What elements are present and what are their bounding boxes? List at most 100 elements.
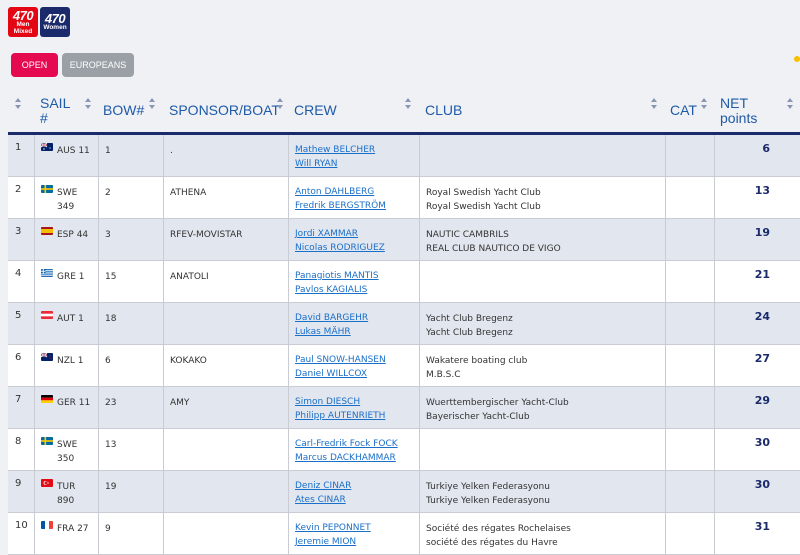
net-points: 19 [754,226,770,239]
sponsor-cell: KOKAKO [163,345,288,386]
club-helm: Société des régates Rochelaises [426,524,571,534]
crew-crew-link[interactable]: Jeremie MION [295,535,371,549]
fra-flag-icon [41,521,53,529]
crew-crew-link[interactable]: Daniel WILLCOX [295,367,386,381]
sail-line-1: FRA 27 [57,524,89,534]
club-crew: M.B.S.C [426,370,461,380]
bow-number: 3 [105,230,111,240]
crew-helm-link[interactable]: Deniz CINAR [295,479,351,493]
crew-helm-link[interactable]: Mathew BELCHER [295,143,375,157]
crew-crew-link[interactable]: Pavlos KAGIALIS [295,283,379,297]
women-logo[interactable]: 470 Women [40,7,70,37]
net-cell: 31 [714,513,800,554]
rank-value: 10 [15,520,28,531]
net-cell: 6 [714,135,800,176]
club-helm: Wakatere boating club [426,356,528,366]
sort-club-icon[interactable] [650,98,658,112]
crew-cell: Simon DIESCH Philipp AUTENRIETH [288,387,419,428]
crew-cell: Paul SNOW-HANSEN Daniel WILLCOX [288,345,419,386]
rank-cell: 9 [8,471,34,512]
sail-cell: TUR 890 [34,471,98,512]
crew-crew-link[interactable]: Will RYAN [295,157,375,171]
crew-helm-link[interactable]: Simon DIESCH [295,395,385,409]
sponsor-boat: RFEV-MOVISTAR [170,230,243,240]
bow-number: 23 [105,398,117,408]
net-cell: 24 [714,303,800,344]
net-points: 30 [754,436,770,449]
table-row[interactable]: 1 AUS 11 1. Mathew BELCHER Will RYAN 6 [8,135,800,177]
sponsor-cell [163,471,288,512]
club-helm: NAUTIC CAMBRILS [426,230,509,240]
crew-helm-link[interactable]: David BARGEHR [295,311,368,325]
crew-crew-link[interactable]: Marcus DACKHAMMAR [295,451,398,465]
sail-number: SWE 349 [57,186,97,214]
col-header-net[interactable]: NET points [720,96,768,126]
rank-cell: 8 [8,429,34,470]
col-header-bow[interactable]: BOW# [103,103,144,118]
bow-number: 18 [105,314,117,324]
swe-flag-icon [41,185,53,193]
net-points: 13 [754,184,770,197]
net-points: 30 [754,478,770,491]
table-row[interactable]: 5 AUT 1 18 David BARGEHR Lukas MÄHR Yacht Clu… [8,303,800,345]
sail-cell: NZL 1 [34,345,98,386]
ger-flag-icon [41,395,53,403]
crew-cell: Mathew BELCHER Will RYAN [288,135,419,176]
cat-cell [665,345,714,386]
sort-net-icon[interactable] [786,98,794,112]
sail-line-1: GRE 1 [57,272,85,282]
col-header-sponsor[interactable]: SPONSOR/BOAT [169,103,280,118]
crew-helm-link[interactable]: Panagiotis MANTIS [295,269,379,283]
table-row[interactable]: 7 GER 11 23 AMY Simon DIESCH Philipp AUTENRIE… [8,387,800,429]
sort-rank-icon[interactable] [14,98,22,112]
crew-helm-link[interactable]: Carl-Fredrik Fock FOCK [295,437,398,451]
sail-line-1: SWE [57,188,78,198]
col-header-club[interactable]: CLUB [425,103,462,118]
crew-crew-link[interactable]: Ates CINAR [295,493,351,507]
men-mixed-logo[interactable]: 470 Men Mixed [8,7,38,37]
tab-europeans[interactable]: EUROPEANS [62,53,134,77]
club-cell: Société des régates Rochelaises société d… [419,513,665,554]
col-header-cat[interactable]: CAT [670,103,697,118]
sponsor-boat: ANATOLI [170,272,209,282]
sort-crew-icon[interactable] [404,98,412,112]
crew-crew-link[interactable]: Lukas MÄHR [295,325,368,339]
rank-value: 2 [15,184,22,195]
table-row[interactable]: 9 TUR 890 19 Deniz CINAR Ates CINAR Turkiye Ye… [8,471,800,513]
crew-helm-link[interactable]: Anton DAHLBERG [295,185,386,199]
sort-sail-icon[interactable] [84,98,92,112]
net-cell: 29 [714,387,800,428]
tur-flag-icon [41,479,53,487]
net-cell: 19 [714,219,800,260]
crew-crew-link[interactable]: Philipp AUTENRIETH [295,409,385,423]
bow-cell: 18 [98,303,163,344]
crew-cell: Carl-Fredrik Fock FOCK Marcus DACKHAMMAR [288,429,419,470]
swe-flag-icon [41,437,53,445]
sort-sponsor-icon[interactable] [276,98,284,112]
table-row[interactable]: 2 SWE 349 2 ATHENA Anton DAHLBERG Fredrik BERG… [8,177,800,219]
sort-bow-icon[interactable] [148,98,156,112]
club-cell: Turkiye Yelken Federasyonu Turkiye Yelken… [419,471,665,512]
col-header-crew[interactable]: CREW [294,103,337,118]
scroll-indicator-dot [794,56,800,62]
crew-crew-link[interactable]: Fredrik BERGSTRÖM [295,199,386,213]
sail-cell: ESP 44 [34,219,98,260]
table-row[interactable]: 6 NZL 1 6 KOKAKO Paul SNOW-HANSEN Daniel WILL… [8,345,800,387]
net-points: 31 [754,520,770,533]
crew-helm-link[interactable]: Kevin PEPONNET [295,521,371,535]
crew-crew-link[interactable]: Nicolas RODRIGUEZ [295,241,385,255]
col-header-sail[interactable]: SAIL # [40,96,74,126]
sponsor-cell: RFEV-MOVISTAR [163,219,288,260]
net-cell: 30 [714,471,800,512]
sort-cat-icon[interactable] [700,98,708,112]
cat-cell [665,219,714,260]
table-row[interactable]: 4 GRE 1 15 ANATOLI Panagiotis MANTIS Pavlos K… [8,261,800,303]
tab-open[interactable]: OPEN [11,53,58,77]
table-row[interactable]: 10 FRA 27 9 Kevin PEPONNET Jeremie MION Socié… [8,513,800,555]
sponsor-cell [163,513,288,554]
rank-value: 9 [15,478,22,489]
table-row[interactable]: 3 ESP 44 3 RFEV-MOVISTAR Jordi XAMMAR Nicolas… [8,219,800,261]
crew-helm-link[interactable]: Jordi XAMMAR [295,227,385,241]
crew-helm-link[interactable]: Paul SNOW-HANSEN [295,353,386,367]
table-row[interactable]: 8 SWE 350 13 Carl-Fredrik Fock FOCK Marcus DA… [8,429,800,471]
